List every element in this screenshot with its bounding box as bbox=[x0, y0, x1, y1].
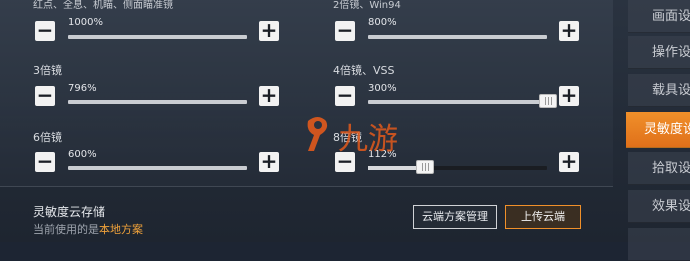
scope-8x-plus-button[interactable]: + bbox=[559, 151, 579, 172]
redpoint-minus-button[interactable]: − bbox=[35, 20, 55, 41]
scope-3x-plus-button[interactable]: + bbox=[259, 85, 279, 106]
sidebar-item-pickup[interactable]: 拾取设置 bbox=[628, 152, 690, 185]
sidebar-item-controls[interactable]: 操作设置 bbox=[628, 36, 690, 69]
sidebar-item-sensitivity[interactable]: 灵敏度设置 bbox=[626, 112, 690, 148]
scope-4x-value: 300% bbox=[368, 83, 397, 94]
scope-8x-slider-thumb[interactable] bbox=[416, 160, 434, 174]
sidebar-item-more[interactable] bbox=[628, 228, 690, 261]
redpoint-plus-button[interactable]: + bbox=[259, 20, 279, 41]
scope-6x-plus-button[interactable]: + bbox=[259, 151, 279, 172]
top-right-label: 2倍镜、Win94 bbox=[333, 0, 401, 11]
settings-sidebar: 画面设置 操作设置 载具设置 灵敏度设置 拾取设置 效果设置 bbox=[626, 0, 690, 261]
cloud-storage-subtitle: 当前使用的是本地方案 bbox=[33, 221, 143, 237]
scope-4x-slider-thumb[interactable] bbox=[539, 94, 557, 108]
scope-3x-minus-button[interactable]: − bbox=[35, 85, 55, 106]
scope-8x-slider[interactable] bbox=[368, 166, 547, 170]
scope-4x-label: 4倍镜、VSS bbox=[333, 64, 395, 77]
cloud-subtitle-prefix: 当前使用的是 bbox=[33, 223, 99, 236]
scope-2x-minus-button[interactable]: − bbox=[335, 20, 355, 41]
redpoint-slider[interactable] bbox=[68, 35, 247, 39]
scope-3x-slider[interactable] bbox=[68, 100, 247, 104]
scope-3x-label: 3倍镜 bbox=[33, 64, 62, 77]
cloud-upload-button[interactable]: 上传云端 bbox=[505, 205, 581, 229]
cloud-storage-title: 灵敏度云存储 bbox=[33, 205, 106, 219]
scope-2x-slider[interactable] bbox=[368, 35, 547, 39]
scope-6x-label: 6倍镜 bbox=[33, 131, 62, 144]
scope-3x-value: 796% bbox=[68, 83, 97, 94]
cloud-manage-button[interactable]: 云端方案管理 bbox=[413, 205, 497, 229]
top-left-label: 红点、全息、机瞄、侧面瞄准镜 bbox=[33, 0, 173, 11]
cloud-subtitle-highlight: 本地方案 bbox=[99, 223, 143, 236]
watermark-text: 九游 bbox=[338, 122, 398, 157]
scope-6x-minus-button[interactable]: − bbox=[35, 151, 55, 172]
sidebar-item-vehicle[interactable]: 载具设置 bbox=[628, 74, 690, 107]
scope-6x-value: 600% bbox=[68, 149, 97, 160]
scope-4x-slider[interactable] bbox=[368, 100, 547, 104]
scope-2x-value: 800% bbox=[368, 17, 397, 28]
scope-6x-slider[interactable] bbox=[68, 166, 247, 170]
jiuyou-watermark-logo: 九游 bbox=[307, 117, 398, 157]
redpoint-value: 1000% bbox=[68, 17, 103, 28]
scope-4x-plus-button[interactable]: + bbox=[559, 85, 579, 106]
scope-2x-plus-button[interactable]: + bbox=[559, 20, 579, 41]
sidebar-item-display[interactable]: 画面设置 bbox=[628, 0, 690, 33]
scope-4x-minus-button[interactable]: − bbox=[335, 85, 355, 106]
sidebar-item-effects[interactable]: 效果设置 bbox=[628, 190, 690, 223]
